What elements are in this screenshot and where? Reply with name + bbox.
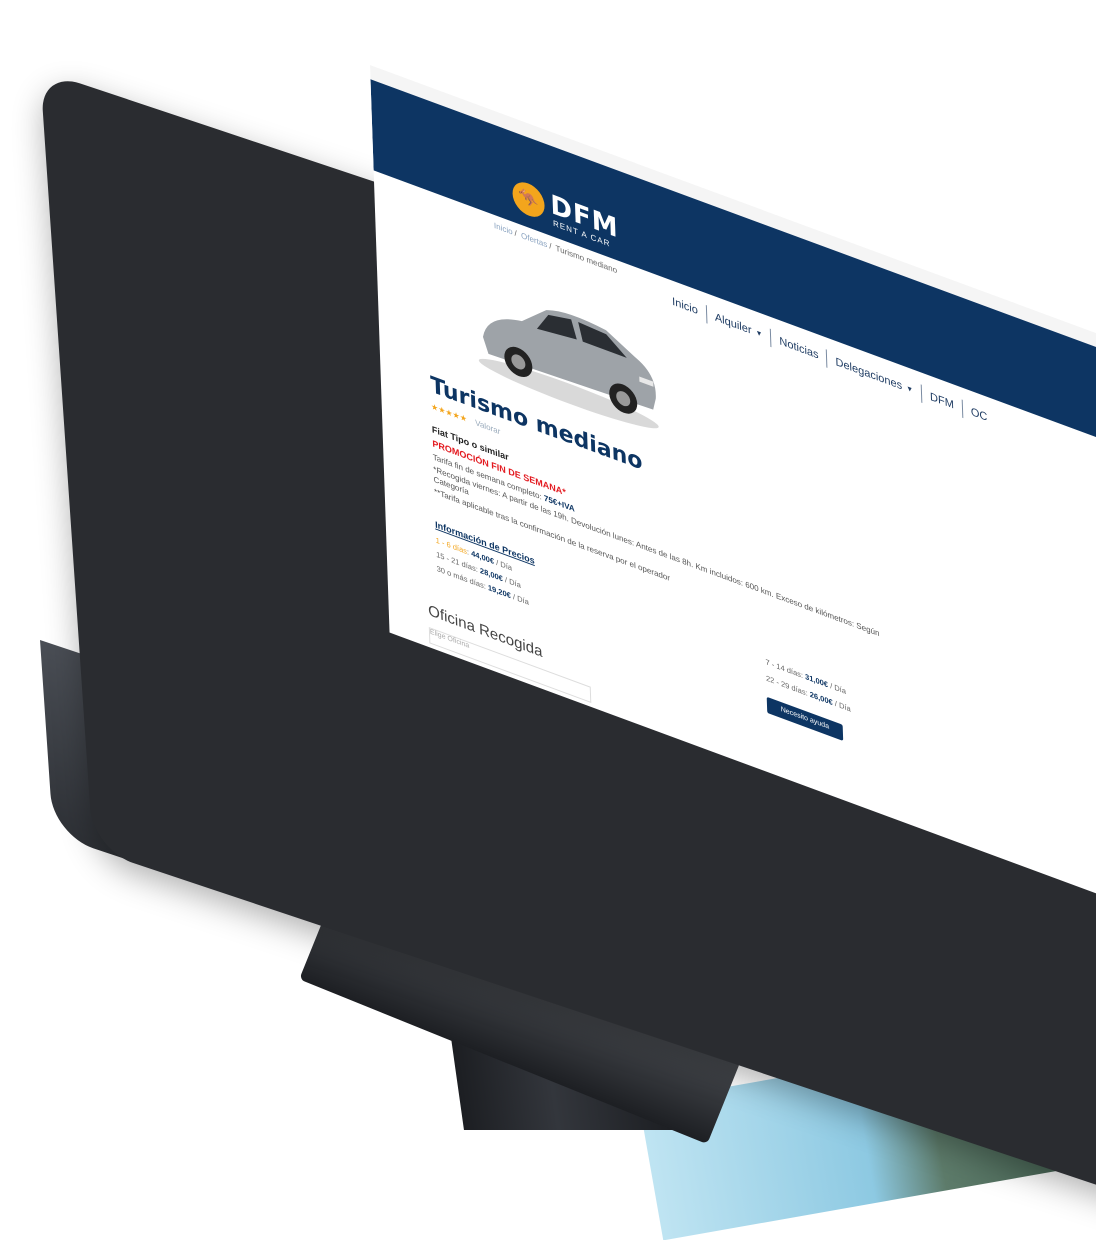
caret-down-icon: ▼	[906, 384, 914, 395]
caret-down-icon: ▼	[755, 328, 763, 339]
breadcrumb-home[interactable]: Inicio	[494, 221, 513, 237]
kangaroo-logo-icon: 🦘	[512, 177, 546, 222]
breadcrumb-section[interactable]: Ofertas	[521, 231, 548, 250]
nav-item-oc[interactable]: OC	[963, 403, 996, 427]
nav-item-noticias[interactable]: Noticias	[771, 332, 827, 364]
nav-item-inicio[interactable]: Inicio	[664, 293, 706, 321]
nav-item-dfm[interactable]: DFM	[922, 388, 962, 415]
